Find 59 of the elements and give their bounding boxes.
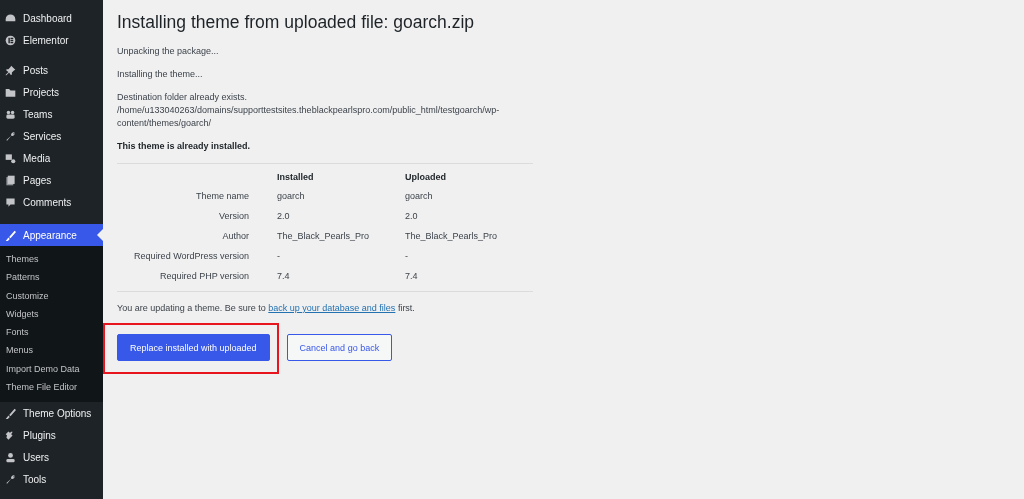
user-icon <box>5 451 16 463</box>
brush-icon <box>5 407 16 419</box>
sidebar-item[interactable]: Projects <box>0 81 103 103</box>
folder-icon <box>5 86 16 98</box>
pin-icon <box>5 64 16 76</box>
sidebar-item[interactable]: Plugins <box>0 424 103 447</box>
page-title: Installing theme from uploaded file: goarch.zip <box>117 12 475 33</box>
notice-text: This theme is already installed. <box>117 140 252 153</box>
sidebar-item[interactable]: Theme Options <box>0 402 103 425</box>
sidebar-item[interactable]: Appearance <box>0 224 103 246</box>
replace-button[interactable]: Replace installed with uploaded <box>117 334 270 361</box>
circle-icon <box>5 34 16 46</box>
comment-icon <box>5 196 16 208</box>
status-message: Destination folder already exists. /home/u133040263/domains/supporttestsites.theblackpearlspro.com/public_html/testgoarch/wp-content/themes/goarch/ <box>117 91 501 130</box>
sidebar-item[interactable]: Media <box>0 147 103 169</box>
submenu-item[interactable]: Patterns <box>0 268 103 287</box>
backup-link[interactable]: back up your database and files <box>268 303 396 313</box>
submenu-item[interactable]: Fonts <box>0 323 103 342</box>
sidebar-item[interactable]: Users <box>0 446 103 469</box>
table-cell: 2.0 <box>405 210 418 221</box>
sidebar-item[interactable]: Tools <box>0 468 103 491</box>
status-message: Unpacking the package... <box>117 45 220 58</box>
media-icon <box>5 152 16 164</box>
submenu-item[interactable]: Widgets <box>0 304 103 324</box>
sidebar-item[interactable]: Comments <box>0 191 103 213</box>
group-icon <box>5 108 16 120</box>
column-header: Uploaded <box>405 172 446 182</box>
table-cell: 2.0 <box>277 210 290 221</box>
sidebar-item[interactable]: Teams <box>0 103 103 125</box>
sidebar-item[interactable]: Services <box>0 125 103 147</box>
row-label: Author <box>222 230 249 241</box>
table-cell: - <box>405 250 408 261</box>
submenu-item[interactable]: Menus <box>0 341 103 360</box>
table-cell: 7.4 <box>277 270 290 281</box>
row-label: Required PHP version <box>160 270 249 281</box>
table-cell: goarch <box>405 190 433 201</box>
submenu-item[interactable]: Import Demo Data <box>0 359 103 379</box>
sidebar-item[interactable]: Elementor <box>0 29 103 51</box>
table-cell: The_Black_Pearls_Pro <box>405 230 498 241</box>
sidebar-item[interactable]: Pages <box>0 169 103 191</box>
table-cell: 7.4 <box>405 270 418 281</box>
row-label: Required WordPress version <box>134 250 249 261</box>
sidebar-item[interactable]: Dashboard <box>0 7 103 29</box>
pages-icon <box>5 174 16 186</box>
table-cell: - <box>277 250 280 261</box>
row-label: Theme name <box>195 190 249 201</box>
sidebar-item[interactable]: Posts <box>0 59 103 81</box>
table-cell: The_Black_Pearls_Pro <box>277 230 370 241</box>
status-message: Installing the theme... <box>117 68 204 81</box>
row-label: Version <box>218 210 249 221</box>
submenu-item[interactable]: Themes <box>0 250 103 269</box>
update-warning: You are updating a theme. Be sure to back up your database and files first. <box>117 302 416 315</box>
cancel-button[interactable]: Cancel and go back <box>286 334 393 361</box>
brush-icon <box>5 229 16 241</box>
column-header: Installed <box>277 172 314 182</box>
pointer-icon <box>97 229 103 241</box>
submenu-item[interactable]: Theme File Editor <box>0 378 103 397</box>
table-cell: goarch <box>277 190 305 201</box>
submenu-item[interactable]: Customize <box>0 286 103 305</box>
